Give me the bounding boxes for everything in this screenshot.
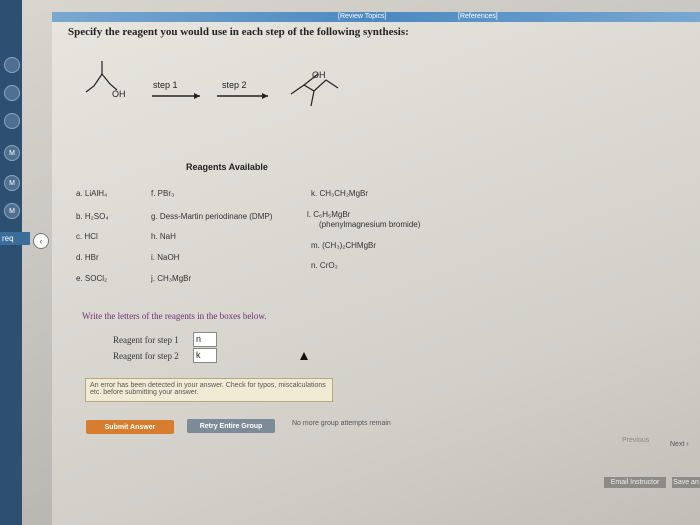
reagent-h: h. NaH [151, 232, 176, 241]
save-button[interactable]: Save an [672, 477, 700, 488]
review-topics-link[interactable]: [Review Topics] [338, 12, 387, 22]
answer-instruction: Write the letters of the reagents in the… [82, 311, 267, 321]
previous-button[interactable]: Previous [622, 437, 649, 444]
question-nav-dot[interactable] [4, 57, 20, 73]
step2-arrowhead-icon [262, 93, 268, 99]
chevron-right-icon: › [684, 441, 689, 448]
step1-answer-input[interactable]: n [193, 332, 217, 347]
reagent-c: c. HCl [76, 232, 98, 241]
email-instructor-button[interactable]: Email Instructor [604, 477, 666, 488]
reagent-a: a. LiAlH₄ [76, 189, 108, 198]
reagent-n: n. CrO₃ [311, 261, 338, 270]
reagent-i: i. NaOH [151, 253, 180, 262]
reagent-e: e. SOCl₂ [76, 274, 108, 283]
step2-answer-input[interactable]: k [193, 348, 217, 363]
question-nav-dot[interactable]: M [4, 175, 20, 191]
retry-entire-group-button[interactable]: Retry Entire Group [187, 419, 275, 433]
step1-answer-label: Reagent for step 1 [113, 335, 179, 345]
question-nav-dot[interactable] [4, 113, 20, 129]
reagent-f: f. PBr₃ [151, 189, 175, 198]
reagent-d: d. HBr [76, 253, 99, 262]
question-title: Specify the reagent you would use in eac… [68, 26, 409, 38]
cursor-icon [300, 352, 308, 360]
reagent-l: l. C₆H₅MgBr [307, 210, 351, 219]
back-circle-icon[interactable]: ‹ [33, 233, 49, 249]
step1-arrowhead-icon [194, 93, 200, 99]
product-branch [310, 90, 315, 107]
product-skeleton [290, 79, 339, 95]
references-link[interactable]: [References] [458, 12, 498, 22]
question-nav-dot[interactable]: M [4, 203, 20, 219]
reagent-b: b. H₂SO₄ [76, 212, 109, 221]
sidebar-tab[interactable]: req [0, 232, 30, 245]
product-oh-label: OH [312, 70, 326, 80]
reagent-k: k. CH₃CH₂MgBr [311, 189, 369, 198]
next-button[interactable]: Next › [670, 441, 689, 448]
question-nav-dot[interactable] [4, 85, 20, 101]
step2-label: step 2 [222, 80, 247, 90]
error-message: An error has been detected in your answe… [85, 378, 333, 402]
submit-answer-button[interactable]: Submit Answer [86, 420, 174, 434]
reagent-g: g. Dess-Martin periodinane (DMP) [151, 212, 273, 221]
left-sidebar: M M M [0, 0, 22, 525]
reagent-j: j. CH₃MgBr [151, 274, 192, 283]
starting-oh-label: OH [112, 89, 126, 99]
synthesis-diagram [85, 61, 339, 107]
step2-answer-label: Reagent for step 2 [113, 351, 179, 361]
reagent-m: m. (CH₃)₂CHMgBr [311, 241, 377, 250]
attempts-note: No more group attempts remain [292, 420, 391, 427]
reagent-l-name: (phenylmagnesium bromide) [319, 220, 421, 229]
question-nav-dot[interactable]: M [4, 145, 20, 161]
step1-label: step 1 [153, 80, 178, 90]
reagents-title: Reagents Available [186, 162, 268, 172]
